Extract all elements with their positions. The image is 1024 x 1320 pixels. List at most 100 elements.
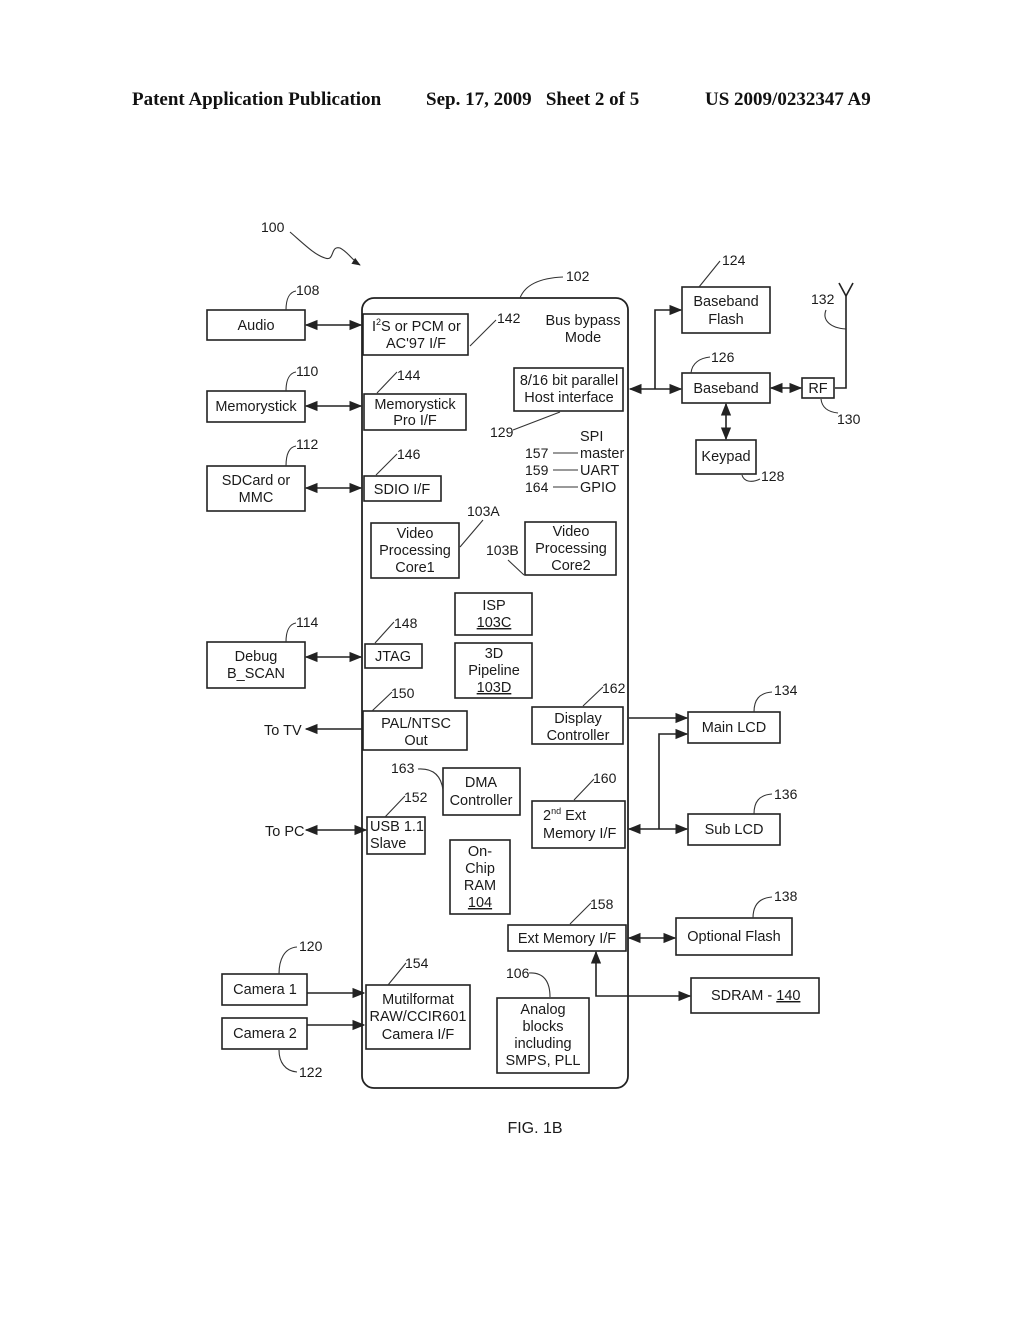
svg-text:138: 138 <box>774 888 798 904</box>
svg-text:SDCard or: SDCard or <box>222 473 291 489</box>
figure-caption: FIG. 1B <box>507 1120 562 1137</box>
svg-text:Video: Video <box>397 526 434 542</box>
svg-text:AC'97 I/F: AC'97 I/F <box>386 336 446 352</box>
keypad-block: Keypad 128 <box>695 439 785 484</box>
svg-text:103A: 103A <box>467 503 500 519</box>
svg-text:DMA: DMA <box>465 775 498 791</box>
svg-text:132: 132 <box>811 291 835 307</box>
svg-text:106: 106 <box>506 965 530 981</box>
svg-text:Mutilformat: Mutilformat <box>382 992 454 1008</box>
svg-text:SMPS, PLL: SMPS, PLL <box>506 1053 581 1069</box>
svg-text:Camera I/F: Camera I/F <box>382 1027 455 1043</box>
camera1-block: Camera 1 120 <box>221 938 323 1006</box>
svg-text:Analog: Analog <box>520 1002 565 1018</box>
svg-text:Sub LCD: Sub LCD <box>705 822 764 838</box>
svg-text:SDIO I/F: SDIO I/F <box>374 482 431 498</box>
svg-text:Controller: Controller <box>450 793 513 809</box>
svg-text:Core1: Core1 <box>395 560 435 576</box>
svg-text:114: 114 <box>296 614 319 630</box>
rf-block: RF 130 <box>801 377 861 427</box>
svg-text:158: 158 <box>590 896 614 912</box>
ref-100: 100 <box>261 219 285 235</box>
svg-text:Baseband: Baseband <box>693 381 758 397</box>
svg-text:152: 152 <box>404 789 428 805</box>
debug-block: Debug B_SCAN 114 <box>206 614 319 689</box>
leader-102 <box>519 276 564 299</box>
svg-text:112: 112 <box>296 436 319 452</box>
svg-text:blocks: blocks <box>522 1019 563 1035</box>
svg-text:Out: Out <box>404 733 427 749</box>
svg-text:RAM: RAM <box>464 878 496 894</box>
optional-flash-block: Optional Flash 138 <box>675 888 798 956</box>
svg-text:160: 160 <box>593 770 617 786</box>
svg-text:I2S or PCM or: I2S or PCM or <box>372 317 461 335</box>
svg-text:120: 120 <box>299 938 323 954</box>
isp-block: ISP 103C <box>454 592 533 636</box>
leader-100 <box>289 231 361 266</box>
svg-text:Optional Flash: Optional Flash <box>687 929 781 945</box>
svg-text:B_SCAN: B_SCAN <box>227 666 285 682</box>
svg-text:157: 157 <box>525 445 549 461</box>
svg-text:RF: RF <box>808 381 827 397</box>
svg-text:110: 110 <box>296 363 319 379</box>
baseband-flash-block: Baseband Flash 124 <box>681 252 771 334</box>
svg-text:8/16 bit parallel: 8/16 bit parallel <box>520 373 618 389</box>
svg-text:146: 146 <box>397 446 421 462</box>
svg-text:148: 148 <box>394 615 418 631</box>
svg-text:136: 136 <box>774 786 798 802</box>
svg-text:3D: 3D <box>485 646 504 662</box>
svg-text:Camera 1: Camera 1 <box>233 982 297 998</box>
svg-text:Memorystick: Memorystick <box>215 399 297 415</box>
svg-text:JTAG: JTAG <box>375 649 411 665</box>
svg-text:SDRAM - 140: SDRAM - 140 <box>711 988 800 1004</box>
ref-102: 102 <box>566 268 590 284</box>
svg-text:ISP: ISP <box>482 598 505 614</box>
svg-text:master: master <box>580 446 624 462</box>
svg-text:Baseband: Baseband <box>693 294 758 310</box>
svg-text:154: 154 <box>405 955 429 971</box>
svg-text:Audio: Audio <box>237 318 274 334</box>
svg-text:Pipeline: Pipeline <box>468 663 520 679</box>
host-baseband-flash-link <box>654 304 683 389</box>
svg-text:Host interface: Host interface <box>524 390 613 406</box>
svg-text:Memorystick: Memorystick <box>374 397 456 413</box>
svg-text:108: 108 <box>296 282 320 298</box>
camera2-block: Camera 2 122 <box>221 1017 323 1080</box>
svg-text:Core2: Core2 <box>551 558 591 574</box>
svg-text:Keypad: Keypad <box>701 449 750 465</box>
svg-text:RAW/CCIR601: RAW/CCIR601 <box>370 1009 467 1025</box>
to-tv-label: To TV <box>264 723 302 739</box>
extmem2-mainlcd-link <box>658 728 689 829</box>
svg-text:MMC: MMC <box>239 490 274 506</box>
svg-text:Ext Memory I/F: Ext Memory I/F <box>518 931 616 947</box>
svg-text:142: 142 <box>497 310 521 326</box>
sdcard-block: SDCard or MMC 112 <box>206 436 319 512</box>
svg-text:103C: 103C <box>477 615 512 631</box>
svg-text:164: 164 <box>525 479 549 495</box>
svg-text:Slave: Slave <box>370 836 406 852</box>
svg-text:Flash: Flash <box>708 312 743 328</box>
3d-pipeline-block: 3D Pipeline 103D <box>454 642 533 699</box>
svg-text:On-: On- <box>468 844 492 860</box>
svg-text:2nd Ext: 2nd Ext <box>543 806 586 824</box>
sdram-block: SDRAM - 140 <box>690 977 820 1014</box>
svg-text:144: 144 <box>397 367 421 383</box>
svg-text:129: 129 <box>490 424 514 440</box>
svg-text:Camera 2: Camera 2 <box>233 1026 297 1042</box>
svg-text:126: 126 <box>711 349 735 365</box>
svg-text:159: 159 <box>525 462 549 478</box>
on-chip-ram: On- Chip RAM 104 <box>449 839 511 915</box>
memorystick-block: Memorystick 110 <box>206 363 319 423</box>
baseband-block: Baseband 126 <box>681 349 771 404</box>
svg-text:USB 1.1: USB 1.1 <box>370 819 424 835</box>
svg-text:103B: 103B <box>486 542 519 558</box>
svg-text:Video: Video <box>553 524 590 540</box>
svg-text:UART: UART <box>580 463 619 479</box>
svg-text:163: 163 <box>391 760 415 776</box>
svg-text:Main LCD: Main LCD <box>702 720 766 736</box>
svg-text:Processing: Processing <box>379 543 451 559</box>
svg-text:103D: 103D <box>477 680 512 696</box>
to-pc-label: To PC <box>265 824 305 840</box>
svg-text:104: 104 <box>468 895 492 911</box>
svg-text:128: 128 <box>761 468 785 484</box>
